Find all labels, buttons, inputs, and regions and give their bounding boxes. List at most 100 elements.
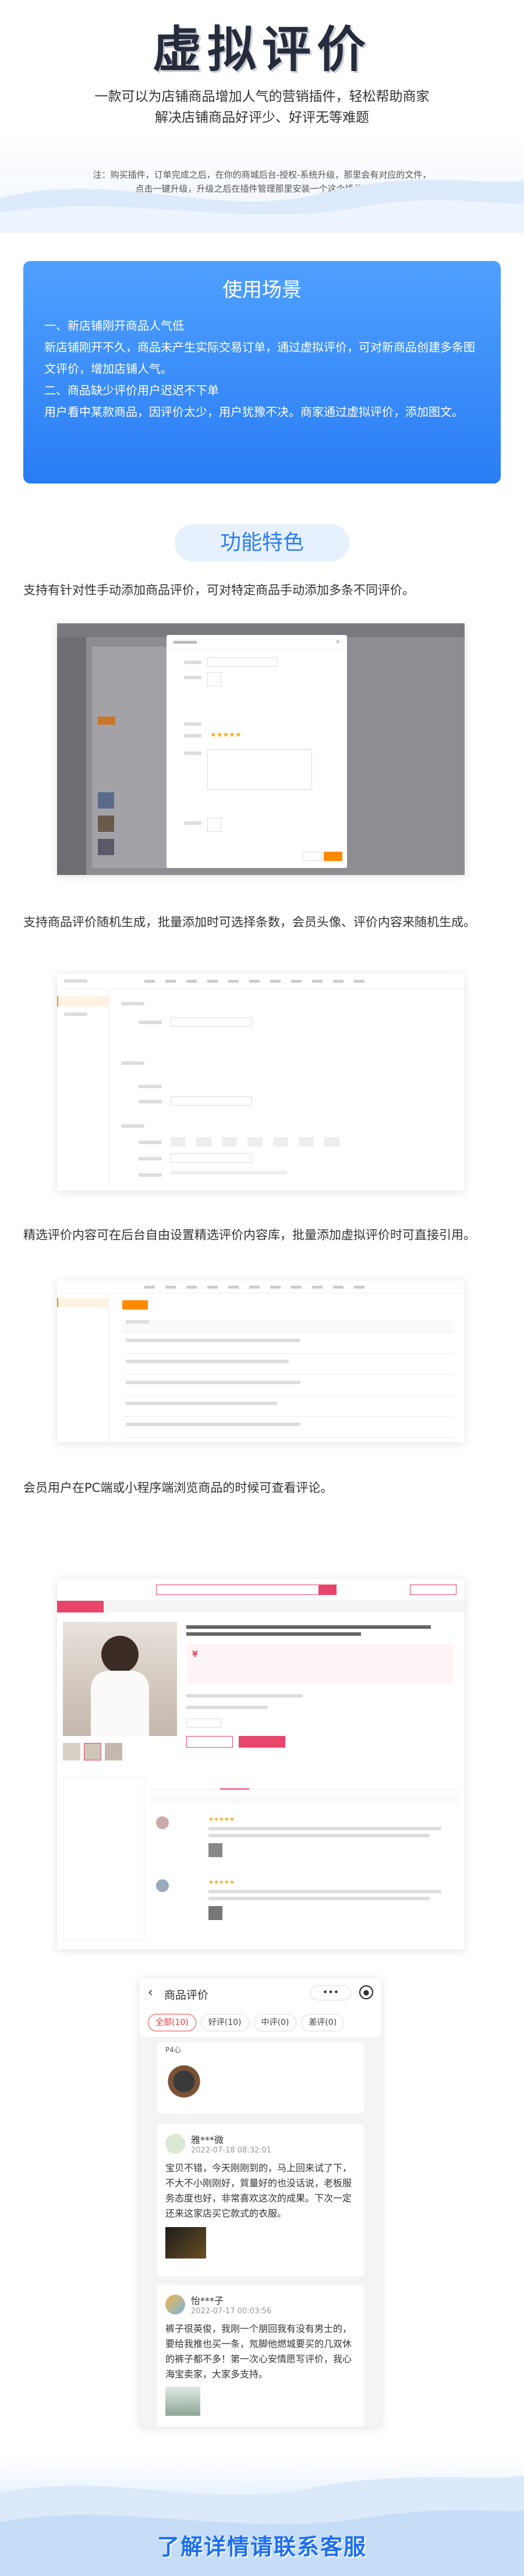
feature-paragraph-4: 会员用户在PC端或小程序端浏览商品的时候可查看评论。: [23, 1481, 333, 1495]
pc-review-item: ★★★★★: [150, 1876, 459, 1934]
tab-neutral[interactable]: 中评(0): [253, 2014, 297, 2031]
partial-review-text: P4心: [165, 2046, 181, 2054]
review-library-screenshot: [57, 1280, 465, 1442]
batch-generate-screenshot: [57, 974, 465, 1191]
avatar: [165, 2133, 185, 2154]
tab-all[interactable]: 全部(10): [148, 2014, 196, 2031]
admin-sidebar: [57, 1293, 109, 1442]
review-image: [165, 2227, 206, 2259]
hero-section: 虚拟评价 一款可以为店铺商品增加人气的营销插件，轻松帮助商家 解决店铺商品好评少…: [0, 0, 524, 233]
features-title-pill: 功能特色: [175, 524, 349, 562]
cancel-button[interactable]: [303, 852, 321, 861]
admin-sidebar: [57, 989, 109, 1191]
sidebar-item-active[interactable]: [57, 1298, 109, 1307]
pc-cart-button[interactable]: [410, 1585, 456, 1595]
mobile-tabs: 全部(10) 好评(10) 中评(0) 差评(0): [140, 2007, 381, 2038]
review-textarea[interactable]: [207, 749, 312, 790]
usage-item2-text: 用户看中某款商品，因评价太少，用户犹豫不决。商家通过虚拟评价，添加图文。: [44, 405, 463, 419]
usage-title: 使用场景: [222, 278, 302, 302]
watch-image: [165, 2063, 203, 2100]
avatar-upload[interactable]: [207, 672, 221, 686]
usage-item1-title: 一、新店铺刚开商品人气低: [44, 319, 184, 333]
hero-subtitle: 一款可以为店铺商品增加人气的营销插件，轻松帮助商家 解决店铺商品好评少、好评无等…: [0, 86, 524, 128]
tab-good[interactable]: 好评(10): [200, 2014, 249, 2031]
review-text: 宝贝不错，今天刚刚到的，马上回来试了下，不大不小刚刚好，質量好的也没话说，老板服…: [165, 2162, 352, 2219]
star-rating: ★★★★★: [208, 1816, 235, 1823]
pc-category-nav[interactable]: [57, 1601, 104, 1612]
admin-modal-screenshot: ✕ ★★★★★: [57, 623, 465, 875]
buy-now-button[interactable]: [186, 1736, 233, 1748]
product-thumb: [98, 792, 114, 809]
count-select[interactable]: [171, 1096, 252, 1106]
admin-orange-tag: [98, 717, 115, 725]
pc-nav: [57, 1601, 465, 1612]
pc-search-box[interactable]: [156, 1585, 319, 1595]
modal-header: ✕: [167, 635, 347, 650]
review-text: 裤子很英俊，我刚一个朋回我有没有男士的，要给我推也买一条，氖脚他燃城要买的几双休…: [165, 2323, 352, 2380]
close-icon[interactable]: ✕: [335, 639, 341, 645]
product-select[interactable]: [171, 1017, 252, 1026]
quantity-stepper[interactable]: [186, 1718, 221, 1728]
mobile-review-screenshot: ‹ 商品评价 ••• ● 全部(10) 好评(10) 中评(0) 差评(0) P4心 …: [140, 1978, 381, 2427]
pc-search-button[interactable]: [319, 1585, 337, 1595]
price-marker: ¥: [192, 1650, 198, 1659]
admin-nav: [57, 974, 465, 989]
feature-paragraph-1: 支持有针对性手动添加商品评价，可对特定商品手动添加多条不同评价。: [23, 583, 415, 597]
review-date: 2022-07-18 08:32:01: [191, 2146, 272, 2155]
add-review-modal: ✕ ★★★★★: [167, 635, 347, 868]
review-library-table: [122, 1315, 454, 1438]
hero-title: 虚拟评价: [152, 21, 371, 78]
image-upload[interactable]: [207, 818, 221, 832]
pc-review-list: ★★★★★ ★★★★★: [150, 1777, 459, 1940]
product-info: ¥: [186, 1625, 454, 1748]
review-card: 雅***微 2022-07-18 08:32:01 宝贝不错，今天刚刚到的，马上回…: [157, 2124, 364, 2277]
admin-sidebar: [57, 637, 86, 875]
reviewer-name: 雅***微: [191, 2134, 224, 2146]
add-to-cart-button[interactable]: [239, 1736, 285, 1748]
usage-item2-title: 二、商品缺少评价用户迟迟不下单: [44, 383, 219, 397]
sidebar-item-active[interactable]: [57, 996, 109, 1007]
date-range[interactable]: [171, 1137, 345, 1146]
review-date: 2022-07-17 00:03:56: [191, 2307, 272, 2316]
admin-nav: [57, 1280, 465, 1293]
review-image: [165, 2387, 200, 2416]
ellipsis-icon[interactable]: •••: [310, 1985, 351, 2000]
product-select[interactable]: [207, 657, 277, 666]
usage-card: 使用场景 一、新店铺刚开商品人气低 新店铺刚开不久，商品未产生实际交易订单，通过…: [23, 261, 501, 484]
mobile-page-title: 商品评价: [164, 1989, 209, 2002]
product-thumb[interactable]: [105, 1743, 122, 1760]
hero-wave-decoration: [0, 179, 524, 233]
footer-section: 了解详情请联系客服: [0, 2458, 524, 2576]
star-rating[interactable]: ★★★★★: [210, 731, 242, 739]
reviewer-name: 怡***子: [191, 2295, 224, 2306]
target-icon[interactable]: ●: [359, 1985, 373, 1999]
pc-review-item: ★★★★★: [150, 1813, 459, 1871]
batch-form: [121, 997, 447, 1184]
hero-subtitle-line1: 一款可以为店铺商品增加人气的营销插件，轻松帮助商家: [94, 89, 430, 104]
product-thumb: [98, 839, 114, 855]
feature-paragraph-2: 支持商品评价随机生成，批量添加时可选择条数，会员头像、评价内容来随机生成。: [23, 915, 476, 929]
pc-side-panel: [63, 1777, 144, 1940]
tab-reviews[interactable]: [220, 1777, 249, 1790]
pc-product-screenshot: ¥ ★★★★★ ★★★★★: [57, 1579, 465, 1949]
usage-item1-text: 新店铺刚开不久，商品未产生实际交易订单，通过虚拟评价，可对新商品创建多条图文评价…: [44, 340, 475, 376]
product-thumb[interactable]: [63, 1743, 80, 1760]
price-box: ¥: [186, 1644, 454, 1685]
hero-subtitle-line2: 解决店铺商品好评少、好评无等难题: [155, 110, 369, 125]
content-select[interactable]: [171, 1153, 252, 1163]
review-card-partial: P4心: [157, 2042, 364, 2113]
product-main-image: [63, 1622, 177, 1736]
review-card: 怡***子 2022-07-17 00:03:56 裤子很英俊，我刚一个朋回我有没…: [157, 2285, 364, 2427]
confirm-button[interactable]: [324, 852, 342, 861]
pc-header: [57, 1579, 465, 1601]
contact-service-banner[interactable]: 了解详情请联系客服: [0, 2529, 524, 2561]
mobile-header: ‹ 商品评价 ••• ●: [140, 1978, 381, 2007]
avatar: [165, 2294, 185, 2314]
feature-paragraph-3: 精选评价内容可在后台自由设置精选评价内容库，批量添加虚拟评价时可直接引用。: [23, 1228, 476, 1242]
tab-bad[interactable]: 差评(0): [301, 2014, 345, 2031]
product-thumb[interactable]: [84, 1743, 101, 1760]
add-content-button[interactable]: [122, 1300, 148, 1310]
star-rating: ★★★★★: [208, 1879, 235, 1886]
product-thumb: [98, 816, 114, 832]
chevron-left-icon[interactable]: ‹: [148, 1985, 153, 2000]
